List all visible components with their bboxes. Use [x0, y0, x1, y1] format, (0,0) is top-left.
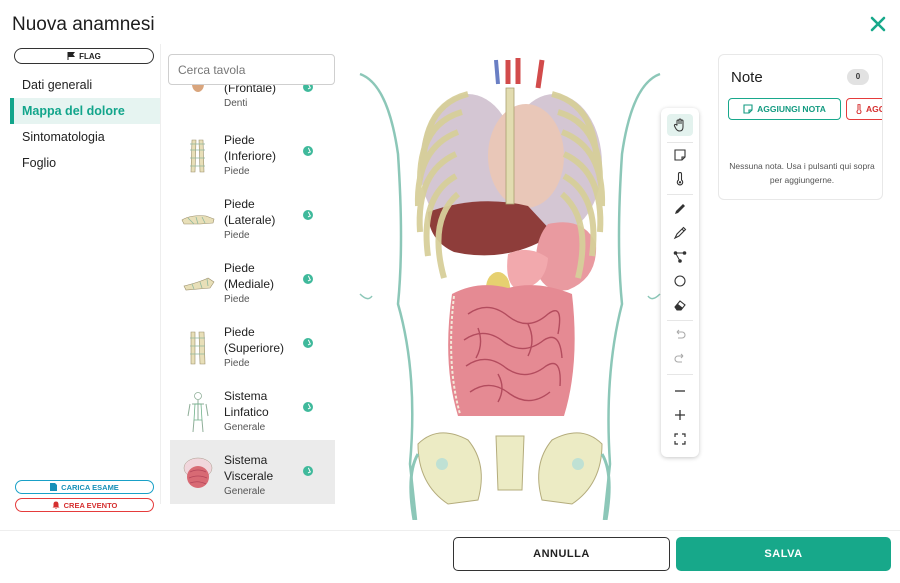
toolbar-separator	[667, 194, 693, 195]
flag-icon	[67, 52, 76, 60]
carica-esame-label: CARICA ESAME	[61, 482, 119, 492]
toolbar-separator	[667, 374, 693, 375]
thermometer-icon	[856, 104, 862, 114]
nav-item-foglio[interactable]: Foglio	[10, 150, 160, 176]
list-item-name: Piede (Mediale)	[224, 261, 275, 291]
list-item-category: Generale	[224, 486, 266, 497]
fullscreen-icon[interactable]	[667, 428, 693, 450]
list-item[interactable]: Sistema Viscerale Generale	[170, 440, 335, 504]
status-icon	[303, 210, 313, 220]
status-icon	[303, 146, 313, 156]
carica-esame-button[interactable]: CARICA ESAME	[15, 480, 154, 494]
file-icon	[50, 483, 58, 491]
hand-icon[interactable]	[667, 114, 693, 136]
left-nav: Dati generali Mappa del dolore Sintomato…	[10, 72, 160, 176]
thumbnail-piede-superiore	[190, 331, 206, 365]
nav-item-sintomatologia[interactable]: Sintomatologia	[10, 124, 160, 150]
flag-label: FLAG	[79, 51, 101, 61]
thermometer-icon[interactable]	[667, 168, 693, 190]
list-item[interactable]: Sistema Linfatico Generale	[170, 380, 335, 444]
status-icon	[303, 402, 313, 412]
list-item-name: Sistema Linfatico	[224, 389, 269, 419]
zoom-out-icon[interactable]	[667, 380, 693, 402]
connector-icon[interactable]	[667, 246, 693, 268]
nav-item-dati-generali[interactable]: Dati generali	[10, 72, 160, 98]
zoom-in-icon[interactable]	[667, 404, 693, 426]
circle-icon[interactable]	[667, 270, 693, 292]
flag-button[interactable]: FLAG	[14, 48, 154, 64]
list-item[interactable]: Piede (Laterale) Piede	[170, 188, 335, 252]
thumbnail-piede-mediale	[183, 277, 215, 291]
thumbnail-piede-inferiore	[190, 139, 205, 173]
list-item-category: Generale	[224, 422, 266, 433]
footer-divider	[0, 530, 900, 531]
add-pain-button[interactable]: AGGI	[846, 98, 882, 120]
crea-evento-label: CREA EVENTO	[63, 500, 118, 510]
list-item-category: Piede	[224, 166, 250, 177]
modal-title: Nuova anamnesi	[12, 14, 155, 35]
crea-evento-button[interactable]: CREA EVENTO	[15, 498, 154, 512]
list-item-category: Denti	[224, 98, 248, 109]
status-icon	[303, 466, 313, 476]
left-divider	[160, 44, 161, 504]
list-item[interactable]: Piede (Mediale) Piede	[170, 252, 335, 316]
list-item-name: Piede (Inferiore)	[224, 133, 277, 163]
list-item-category: Piede	[224, 230, 250, 241]
undo-icon[interactable]	[667, 324, 693, 346]
list-item[interactable]: Piede (Superiore) Piede	[170, 316, 335, 380]
eraser-icon[interactable]	[667, 294, 693, 316]
drawing-toolbar	[661, 108, 699, 457]
nav-item-mappa-del-dolore[interactable]: Mappa del dolore	[10, 98, 160, 124]
status-icon	[303, 274, 313, 284]
search-input[interactable]	[168, 54, 335, 85]
thumbnail-sistema-viscerale	[183, 457, 213, 488]
list-item-category: Piede	[224, 294, 250, 305]
status-icon	[303, 338, 313, 348]
redo-icon[interactable]	[667, 348, 693, 370]
pencil-icon[interactable]	[667, 198, 693, 220]
thumbnail-sistema-linfatico	[187, 392, 209, 433]
tables-list: (Frontale) Denti Piede (Inferiore) Piede…	[170, 78, 335, 504]
anatomy-canvas[interactable]	[358, 44, 662, 520]
notes-title: Note	[731, 69, 763, 86]
sticky-note-icon	[743, 104, 753, 114]
save-button[interactable]: SALVA	[676, 537, 891, 571]
sticky-note-icon[interactable]	[667, 144, 693, 166]
toolbar-separator	[667, 320, 693, 321]
cancel-button[interactable]: ANNULLA	[453, 537, 670, 571]
list-item-category: Piede	[224, 358, 250, 369]
notes-panel: Note 0 AGGIUNGI NOTA AGGI Nessuna nota. …	[718, 54, 883, 200]
add-note-button[interactable]: AGGIUNGI NOTA	[728, 98, 841, 120]
toolbar-separator	[667, 142, 693, 143]
list-item-name: Piede (Laterale)	[224, 197, 276, 227]
add-pain-label: AGGI	[866, 104, 882, 114]
notes-count-badge: 0	[847, 69, 869, 85]
list-item-name: Piede (Superiore)	[224, 325, 285, 355]
notes-empty-text: Nessuna nota. Usa i pulsanti qui sopra p…	[729, 161, 875, 185]
marker-icon[interactable]	[667, 222, 693, 244]
close-icon[interactable]	[867, 13, 889, 35]
list-item-name: Sistema Viscerale	[224, 453, 274, 483]
bell-icon	[52, 501, 60, 509]
thumbnail-piede-laterale	[181, 215, 215, 225]
visceral-anatomy-illustration	[358, 51, 662, 520]
add-note-label: AGGIUNGI NOTA	[757, 104, 826, 114]
list-item[interactable]: Piede (Inferiore) Piede	[170, 124, 335, 188]
